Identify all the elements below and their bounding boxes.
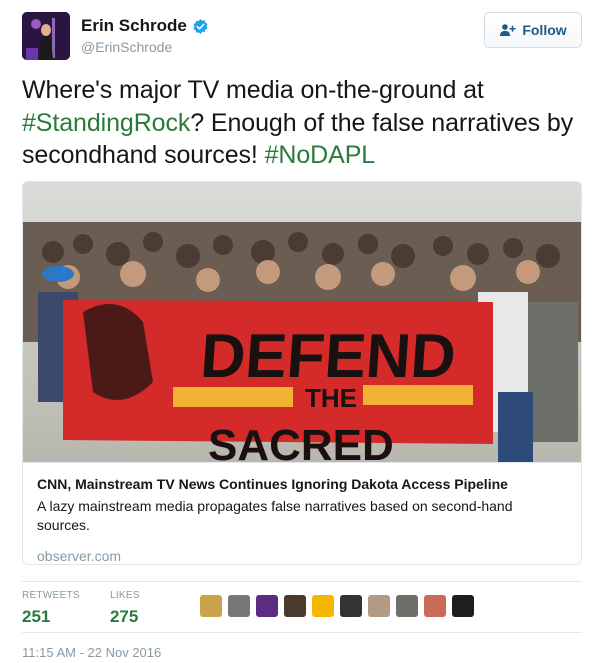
avatar-image	[22, 12, 70, 60]
likes-stat[interactable]: LIKES 275	[110, 590, 140, 627]
banner-text-defend: DEFEND	[198, 322, 458, 391]
likes-label: LIKES	[109, 590, 140, 601]
card-image[interactable]: DEFEND THE SACRED	[23, 182, 581, 462]
liker-avatar[interactable]	[256, 595, 278, 617]
author-handle[interactable]: @ErinSchrode	[81, 39, 172, 55]
liker-avatar[interactable]	[228, 595, 250, 617]
liker-avatar[interactable]	[312, 595, 334, 617]
liker-avatar[interactable]	[396, 595, 418, 617]
link-card[interactable]: DEFEND THE SACRED CNN, Mainstream TV New…	[22, 181, 582, 565]
author-name[interactable]: Erin Schrode	[81, 16, 209, 36]
tweet-stats: RETWEETS 251 LIKES 275	[22, 590, 140, 627]
card-domain[interactable]: observer.com	[37, 548, 567, 564]
follow-button[interactable]: Follow	[484, 12, 582, 48]
tweet-text: Where's major TV media on-the-ground at …	[22, 74, 592, 172]
author-name-text: Erin Schrode	[81, 16, 187, 35]
protest-photo: DEFEND THE SACRED	[23, 182, 581, 462]
divider	[22, 632, 582, 633]
retweets-label: RETWEETS	[22, 590, 80, 601]
hashtag-nodapl[interactable]: #NoDAPL	[265, 141, 376, 169]
tweet-text-part1: Where's major TV media on-the-ground at	[22, 76, 484, 104]
follow-label: Follow	[522, 22, 567, 38]
verified-badge-icon	[193, 18, 208, 34]
retweets-stat[interactable]: RETWEETS 251	[22, 590, 80, 627]
tweet-timestamp[interactable]: 11:15 AM - 22 Nov 2016	[22, 645, 161, 660]
divider	[22, 581, 582, 582]
likes-count: 275	[109, 607, 139, 626]
banner-text-the: THE	[305, 383, 357, 413]
liker-avatar[interactable]	[424, 595, 446, 617]
avatar[interactable]	[22, 12, 70, 60]
banner-text-sacred: SACRED	[208, 421, 394, 462]
liker-avatar[interactable]	[368, 595, 390, 617]
card-description: A lazy mainstream media propagates false…	[37, 498, 513, 533]
card-body[interactable]: CNN, Mainstream TV News Continues Ignori…	[23, 462, 581, 564]
add-user-icon	[500, 24, 516, 36]
retweets-count: 251	[22, 607, 51, 626]
liker-avatars	[200, 595, 474, 617]
hashtag-standingrock[interactable]: #StandingRock	[22, 109, 190, 137]
liker-avatar[interactable]	[200, 595, 222, 617]
liker-avatar[interactable]	[452, 595, 474, 617]
liker-avatar[interactable]	[340, 595, 362, 617]
liker-avatar[interactable]	[284, 595, 306, 617]
card-title[interactable]: CNN, Mainstream TV News Continues Ignori…	[37, 475, 567, 493]
